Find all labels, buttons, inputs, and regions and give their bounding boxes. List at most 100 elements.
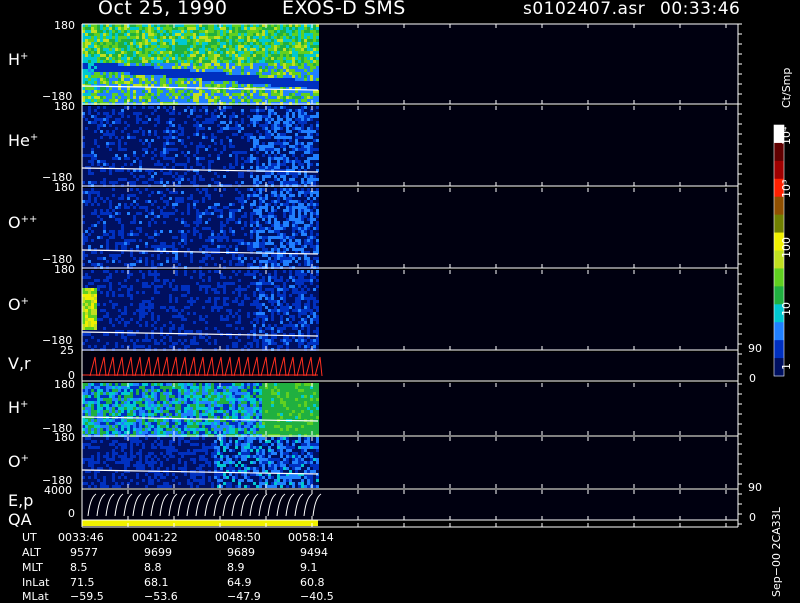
heatmap-cell — [193, 42, 196, 45]
heatmap-cell — [214, 136, 217, 139]
heatmap-cell — [256, 60, 259, 63]
heatmap-cell — [211, 75, 214, 78]
heatmap-cell — [247, 118, 250, 121]
heatmap-cell — [151, 148, 154, 151]
heatmap-cell — [94, 121, 97, 124]
heatmap-cell — [232, 57, 235, 60]
heatmap-cell — [253, 39, 256, 42]
heatmap-cell — [157, 106, 160, 109]
heatmap-cell — [121, 36, 124, 39]
heatmap-cell — [280, 36, 283, 39]
heatmap-cell — [226, 172, 229, 175]
heatmap-cell — [316, 45, 319, 48]
heatmap-cell — [181, 136, 184, 139]
heatmap-cell — [124, 96, 127, 99]
heatmap-cell — [235, 181, 238, 184]
heatmap-cell — [172, 139, 175, 142]
heatmap-cell — [271, 115, 274, 118]
heatmap-cell — [124, 75, 127, 78]
heatmap-cell — [145, 112, 148, 115]
heatmap-cell — [118, 81, 121, 84]
heatmap-cell — [178, 60, 181, 63]
heatmap-cell — [175, 57, 178, 60]
heatmap-cell — [202, 81, 205, 84]
heatmap-cell — [223, 90, 226, 93]
heatmap-cell — [88, 236, 91, 239]
heatmap-cell — [88, 218, 91, 221]
heatmap-cell — [235, 30, 238, 33]
heatmap-cell — [142, 51, 145, 54]
heatmap-cell — [238, 130, 241, 133]
heatmap-cell — [124, 145, 127, 148]
heatmap-cell — [154, 127, 157, 130]
heatmap-cell — [160, 194, 163, 197]
heatmap-cell — [139, 127, 142, 130]
heatmap-cell — [262, 124, 265, 127]
heatmap-cell — [295, 145, 298, 148]
heatmap-cell — [154, 227, 157, 230]
heatmap-cell — [217, 90, 220, 93]
heatmap-cell — [205, 145, 208, 148]
heatmap-cell — [118, 57, 121, 60]
heatmap-cell — [229, 181, 232, 184]
heatmap-cell — [148, 27, 151, 30]
heatmap-cell — [199, 96, 202, 99]
heatmap-cell — [223, 181, 226, 184]
heatmap-cell — [250, 106, 253, 109]
heatmap-cell — [199, 121, 202, 124]
heatmap-cell — [238, 69, 241, 72]
heatmap-cell — [226, 130, 229, 133]
heatmap-cell — [91, 206, 94, 209]
heatmap-cell — [124, 130, 127, 133]
heatmap-cell — [256, 142, 259, 145]
heatmap-cell — [157, 206, 160, 209]
heatmap-cell — [88, 30, 91, 33]
heatmap-cell — [235, 96, 238, 99]
heatmap-cell — [148, 194, 151, 197]
heatmap-cell — [142, 145, 145, 148]
heatmap-cell — [112, 60, 115, 63]
heatmap-cell — [229, 115, 232, 118]
heatmap-cell — [301, 118, 304, 121]
heatmap-cell — [286, 154, 289, 157]
heatmap-cell — [277, 106, 280, 109]
heatmap-cell — [256, 30, 259, 33]
heatmap-cell — [208, 160, 211, 163]
heatmap-cell — [244, 133, 247, 136]
heatmap-cell — [112, 139, 115, 142]
heatmap-cell — [112, 236, 115, 239]
heatmap-cell — [196, 84, 199, 87]
heatmap-cell — [208, 121, 211, 124]
heatmap-cell — [304, 166, 307, 169]
heatmap-cell — [130, 151, 133, 154]
heatmap-cell — [136, 236, 139, 239]
heatmap-cell — [169, 148, 172, 151]
heatmap-cell — [121, 227, 124, 230]
heatmap-cell — [313, 75, 316, 78]
heatmap-cell — [85, 163, 88, 166]
heatmap-cell — [94, 230, 97, 233]
heatmap-cell — [250, 60, 253, 63]
heatmap-cell — [100, 191, 103, 194]
heatmap-cell — [88, 87, 91, 90]
heatmap-cell — [178, 54, 181, 57]
heatmap-cell — [262, 39, 265, 42]
heatmap-cell — [133, 106, 136, 109]
heatmap-cell — [103, 93, 106, 96]
heatmap-cell — [94, 45, 97, 48]
heatmap-cell — [118, 212, 121, 215]
heatmap-cell — [100, 57, 103, 60]
heatmap-cell — [133, 42, 136, 45]
heatmap-cell — [136, 45, 139, 48]
heatmap-cell — [133, 136, 136, 139]
heatmap-cell — [151, 90, 154, 93]
heatmap-cell — [166, 39, 169, 42]
heatmap-cell — [121, 172, 124, 175]
heatmap-cell — [118, 36, 121, 39]
heatmap-cell — [115, 245, 118, 248]
heatmap-cell — [268, 166, 271, 169]
heatmap-cell — [160, 75, 163, 78]
heatmap-cell — [91, 66, 94, 69]
heatmap-cell — [253, 57, 256, 60]
heatmap-cell — [88, 63, 91, 66]
